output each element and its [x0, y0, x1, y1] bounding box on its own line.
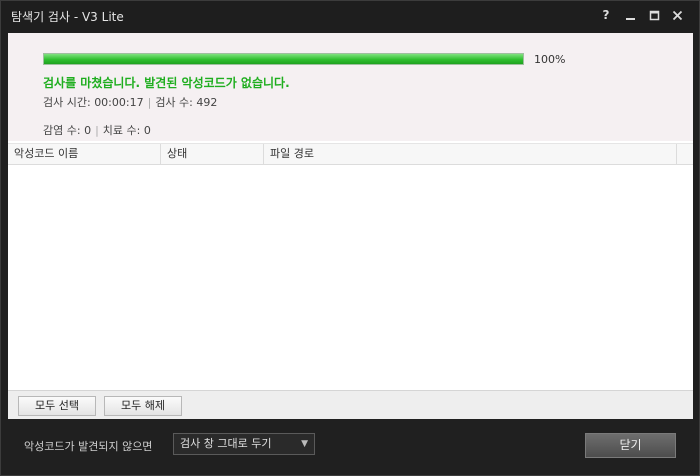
- maximize-icon: [649, 10, 659, 20]
- infected-value: 0: [84, 124, 92, 137]
- dropdown-selected-value: 검사 창 그대로 두기: [180, 437, 272, 450]
- close-button[interactable]: 닫기: [585, 433, 676, 458]
- content-panel: 100% 검사를 마쳤습니다. 발견된 악성코드가 없습니다. 검사 시간: 0…: [8, 33, 693, 419]
- minimize-button[interactable]: [621, 6, 639, 24]
- scan-count-value: 492: [196, 96, 218, 109]
- cured-value: 0: [143, 124, 151, 137]
- scan-time-value: 00:00:17: [94, 96, 144, 109]
- scan-stats-line: 검사 시간: 00:00:17 | 검사 수: 492: [43, 94, 217, 110]
- select-all-button[interactable]: 모두 선택: [18, 396, 96, 416]
- column-status[interactable]: 상태: [161, 144, 264, 164]
- after-scan-action-dropdown[interactable]: 검사 창 그대로 두기 ▼: [173, 433, 315, 455]
- help-button[interactable]: ?: [597, 6, 615, 24]
- close-window-button[interactable]: [668, 6, 686, 24]
- scan-window: 탐색기 검사 - V3 Lite ? 100% 검사를 마쳤습니다. 발견된 악…: [0, 0, 700, 476]
- scan-result-message: 검사를 마쳤습니다. 발견된 악성코드가 없습니다.: [43, 76, 290, 90]
- progress-percent: 100%: [534, 53, 566, 66]
- chevron-down-icon: ▼: [301, 439, 308, 449]
- divider: |: [95, 124, 99, 137]
- infected-label: 감염 수:: [43, 124, 81, 137]
- close-icon: [672, 10, 682, 20]
- scan-time-label: 검사 시간:: [43, 96, 91, 109]
- column-file-path[interactable]: 파일 경로: [264, 144, 677, 164]
- scan-status-area: 100% 검사를 마쳤습니다. 발견된 악성코드가 없습니다. 검사 시간: 0…: [8, 33, 693, 141]
- column-malware-name[interactable]: 악성코드 이름: [8, 144, 161, 164]
- minimize-icon: [625, 17, 635, 20]
- results-table-header: 악성코드 이름 상태 파일 경로: [8, 143, 693, 165]
- scan-count-label: 검사 수:: [155, 96, 193, 109]
- infection-stats-line: 감염 수: 0 | 치료 수: 0: [43, 122, 151, 138]
- selection-button-bar: 모두 선택 모두 해제: [8, 390, 693, 419]
- divider: |: [147, 96, 152, 109]
- maximize-button[interactable]: [645, 6, 663, 24]
- after-scan-label: 악성코드가 발견되지 않으면: [24, 440, 153, 453]
- progress-fill: [44, 54, 523, 64]
- cured-label: 치료 수:: [102, 124, 141, 137]
- progress-bar: [43, 53, 524, 65]
- deselect-all-button[interactable]: 모두 해제: [104, 396, 182, 416]
- results-table-body[interactable]: [8, 165, 693, 389]
- window-title: 탐색기 검사 - V3 Lite: [11, 10, 124, 24]
- title-bar[interactable]: 탐색기 검사 - V3 Lite ?: [1, 1, 699, 30]
